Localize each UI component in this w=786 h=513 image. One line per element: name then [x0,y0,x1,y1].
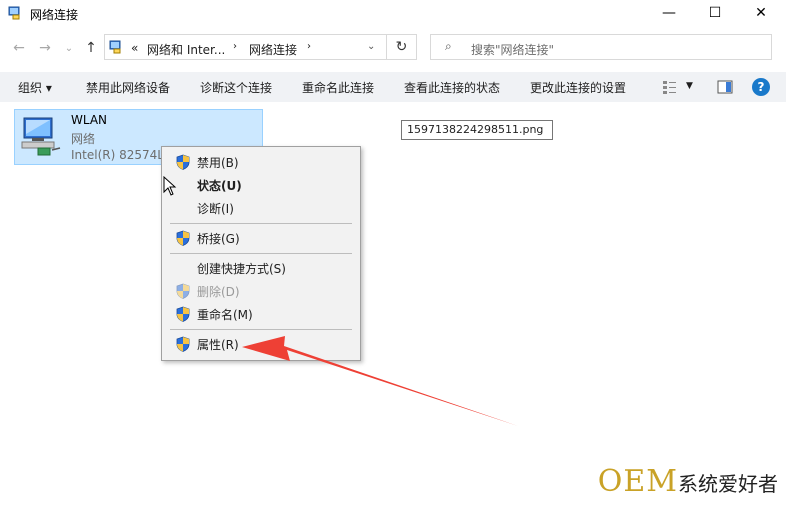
connection-type: 网络 [71,132,96,146]
breadcrumb-separator-icon[interactable]: › [233,41,237,52]
window-title: 网络连接 [30,8,79,22]
uac-shield-icon [175,230,191,246]
close-button[interactable]: ✕ [738,0,784,26]
context-menu-item[interactable]: 诊断(I) [166,197,356,219]
forward-arrow-icon[interactable]: → [36,38,54,58]
mouse-pointer-icon [163,176,177,196]
context-menu-item-label: 属性(R) [197,338,239,352]
view-dropdown-icon[interactable]: ▼ [686,81,693,91]
change-settings-button[interactable]: 更改此连接的设置 [530,79,626,96]
command-bar: 组织 ▾ 禁用此网络设备 诊断这个连接 重命名此连接 查看此连接的状态 更改此连… [0,72,786,102]
view-status-button[interactable]: 查看此连接的状态 [404,79,500,96]
back-arrow-icon[interactable]: ← [10,38,28,58]
disable-device-button[interactable]: 禁用此网络设备 [86,79,170,96]
uac-shield-icon [175,154,191,170]
context-menu: 禁用(B) 状态(U) 诊断(I) 桥接(G) 创建快捷方式(S) 删除(D) 重命名(M)… [161,146,361,361]
refresh-button[interactable]: ↻ [387,34,417,60]
diagnose-button[interactable]: 诊断这个连接 [200,79,272,96]
network-folder-icon [109,40,121,54]
context-menu-item[interactable]: 创建快捷方式(S) [166,257,356,279]
context-menu-item[interactable]: 禁用(B) [166,151,356,173]
context-menu-item-label: 重命名(M) [197,308,253,322]
context-menu-item: 删除(D) [166,280,356,302]
menu-separator [170,223,352,224]
watermark-brand: OEM [597,464,678,499]
wireless-adapter-icon [21,117,61,156]
rename-connection-button[interactable]: 重命名此连接 [302,79,374,96]
uac-shield-icon [175,283,191,299]
search-placeholder[interactable]: 搜索"网络连接" [471,41,554,58]
context-menu-item-label: 删除(D) [197,285,240,299]
context-menu-item-label: 禁用(B) [197,156,239,170]
title-bar: 网络连接 — ☐ ✕ [0,0,786,28]
minimize-button[interactable]: — [646,0,692,26]
breadcrumb-item-network-internet[interactable]: 网络和 Inter... [147,41,225,58]
watermark-text: 系统爱好者 [678,472,778,496]
context-menu-item-label: 桥接(G) [197,232,240,246]
filename-tooltip: 1597138224298511.png [401,120,553,140]
context-menu-item-label: 状态(U) [197,179,242,193]
context-menu-item-label: 诊断(I) [197,202,234,216]
address-bar[interactable]: « 网络和 Inter... › 网络连接 › ⌄ [104,34,387,60]
address-dropdown-chevron-icon[interactable]: ⌄ [367,41,375,52]
watermark: OEM系统爱好者 [598,464,778,499]
refresh-icon: ↻ [395,39,408,55]
context-menu-item[interactable]: 桥接(G) [166,227,356,249]
recent-locations-chevron-icon[interactable]: ⌄ [60,38,78,58]
breadcrumb-overflow[interactable]: « [131,41,138,55]
organize-menu[interactable]: 组织 ▾ [18,79,52,96]
uac-shield-icon [175,336,191,352]
network-connections-icon [8,6,20,20]
context-menu-item[interactable]: 属性(R) [166,333,356,355]
menu-separator [170,329,352,330]
help-icon[interactable]: ? [752,78,770,96]
menu-separator [170,253,352,254]
uac-shield-icon [175,306,191,322]
view-options-icon[interactable] [662,79,678,95]
context-menu-item-label: 创建快捷方式(S) [197,262,286,276]
context-menu-item[interactable]: 状态(U) [166,174,356,196]
adapter-name: Intel(R) 82574L [71,148,164,162]
context-menu-item[interactable]: 重命名(M) [166,303,356,325]
up-arrow-icon[interactable]: ↑ [82,38,100,58]
search-box[interactable]: ⌕ 搜索"网络连接" [430,34,772,60]
preview-pane-icon[interactable] [717,80,733,94]
breadcrumb-separator-icon[interactable]: › [307,41,311,52]
breadcrumb-item-network-connections[interactable]: 网络连接 [249,41,297,58]
maximize-button[interactable]: ☐ [692,0,738,26]
connection-name: WLAN [71,113,108,127]
search-icon: ⌕ [445,39,452,53]
